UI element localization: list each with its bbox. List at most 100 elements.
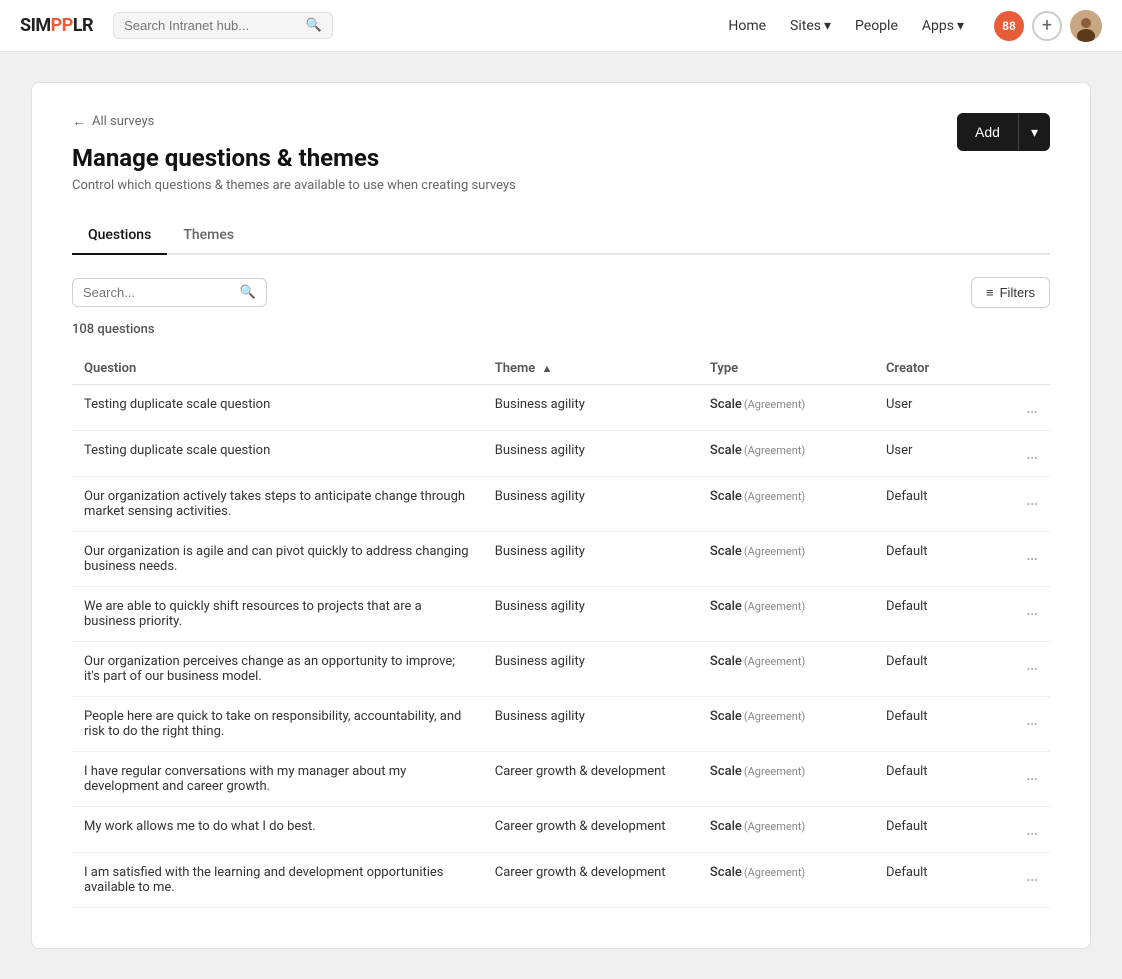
- cell-creator-4: Default: [874, 587, 991, 642]
- cell-type-9: Scale(Agreement): [698, 853, 874, 908]
- col-header-creator: Creator: [874, 353, 991, 385]
- cell-type-8: Scale(Agreement): [698, 807, 874, 853]
- row-actions-7[interactable]: …: [991, 752, 1050, 807]
- row-actions-5[interactable]: …: [991, 642, 1050, 697]
- cell-theme-5: Business agility: [483, 642, 698, 697]
- cell-question-7: I have regular conversations with my man…: [72, 752, 483, 807]
- row-actions-6[interactable]: …: [991, 697, 1050, 752]
- filters-label: Filters: [1000, 285, 1035, 300]
- tab-themes[interactable]: Themes: [167, 217, 250, 255]
- table-row: We are able to quickly shift resources t…: [72, 587, 1050, 642]
- header-actions: Add ▾: [957, 113, 1050, 151]
- add-button[interactable]: Add ▾: [957, 113, 1050, 151]
- cell-question-3: Our organization is agile and can pivot …: [72, 532, 483, 587]
- cell-theme-9: Career growth & development: [483, 853, 698, 908]
- topnav-search-input[interactable]: [124, 18, 300, 33]
- cell-type-7: Scale(Agreement): [698, 752, 874, 807]
- page-subtitle: Control which questions & themes are ava…: [72, 178, 516, 193]
- cell-theme-6: Business agility: [483, 697, 698, 752]
- user-avatar[interactable]: [1070, 10, 1102, 42]
- col-header-theme[interactable]: Theme ▲: [483, 353, 698, 385]
- col-header-question: Question: [72, 353, 483, 385]
- cell-creator-5: Default: [874, 642, 991, 697]
- breadcrumb-label: All surveys: [92, 114, 154, 129]
- cell-type-2: Scale(Agreement): [698, 477, 874, 532]
- add-button-caret-icon: ▾: [1019, 124, 1050, 141]
- topnav-search-icon: 🔍: [306, 18, 322, 33]
- toolbar: 🔍 ≡ Filters: [72, 277, 1050, 308]
- page-header: ← All surveys Manage questions & themes …: [72, 113, 1050, 217]
- table-row: Our organization is agile and can pivot …: [72, 532, 1050, 587]
- table-row: Our organization perceives change as an …: [72, 642, 1050, 697]
- cell-theme-1: Business agility: [483, 431, 698, 477]
- sites-caret-icon: ▾: [824, 18, 831, 34]
- cell-creator-7: Default: [874, 752, 991, 807]
- cell-creator-6: Default: [874, 697, 991, 752]
- cell-type-1: Scale(Agreement): [698, 431, 874, 477]
- cell-theme-0: Business agility: [483, 385, 698, 431]
- nav-home[interactable]: Home: [718, 12, 776, 40]
- cell-creator-2: Default: [874, 477, 991, 532]
- cell-question-6: People here are quick to take on respons…: [72, 697, 483, 752]
- cell-question-9: I am satisfied with the learning and dev…: [72, 853, 483, 908]
- search-icon: 🔍: [240, 285, 256, 300]
- cell-theme-3: Business agility: [483, 532, 698, 587]
- nav-apps[interactable]: Apps ▾: [912, 12, 974, 40]
- breadcrumb-arrow-icon: ←: [72, 113, 86, 130]
- tabs-container: Questions Themes: [72, 217, 1050, 255]
- col-header-type: Type: [698, 353, 874, 385]
- tab-questions[interactable]: Questions: [72, 217, 167, 255]
- question-count: 108 questions: [72, 322, 1050, 337]
- row-actions-2[interactable]: …: [991, 477, 1050, 532]
- breadcrumb[interactable]: ← All surveys: [72, 113, 516, 130]
- create-button[interactable]: +: [1032, 11, 1062, 41]
- row-actions-0[interactable]: …: [991, 385, 1050, 431]
- cell-type-3: Scale(Agreement): [698, 532, 874, 587]
- row-actions-1[interactable]: …: [991, 431, 1050, 477]
- theme-sort-icon: ▲: [542, 362, 553, 375]
- questions-table: Question Theme ▲ Type Creator Testing du…: [72, 353, 1050, 908]
- table-row: People here are quick to take on respons…: [72, 697, 1050, 752]
- add-button-label: Add: [957, 124, 1018, 140]
- table-header-row: Question Theme ▲ Type Creator: [72, 353, 1050, 385]
- search-input[interactable]: [83, 285, 232, 300]
- logo[interactable]: SIMPPLR: [20, 15, 93, 36]
- cell-question-5: Our organization perceives change as an …: [72, 642, 483, 697]
- cell-question-2: Our organization actively takes steps to…: [72, 477, 483, 532]
- row-actions-9[interactable]: …: [991, 853, 1050, 908]
- page-container: ← All surveys Manage questions & themes …: [31, 82, 1091, 949]
- cell-question-4: We are able to quickly shift resources t…: [72, 587, 483, 642]
- cell-theme-7: Career growth & development: [483, 752, 698, 807]
- cell-question-8: My work allows me to do what I do best.: [72, 807, 483, 853]
- cell-creator-3: Default: [874, 532, 991, 587]
- cell-type-4: Scale(Agreement): [698, 587, 874, 642]
- table-row: I have regular conversations with my man…: [72, 752, 1050, 807]
- topnav: SIMPPLR 🔍 Home Sites ▾ People Apps ▾ 88 …: [0, 0, 1122, 52]
- filters-button[interactable]: ≡ Filters: [971, 277, 1050, 308]
- cell-theme-8: Career growth & development: [483, 807, 698, 853]
- notifications-badge[interactable]: 88: [994, 11, 1024, 41]
- cell-theme-2: Business agility: [483, 477, 698, 532]
- page-title: Manage questions & themes: [72, 144, 516, 172]
- topnav-actions: 88 +: [994, 10, 1102, 42]
- row-actions-4[interactable]: …: [991, 587, 1050, 642]
- row-actions-8[interactable]: …: [991, 807, 1050, 853]
- cell-creator-1: User: [874, 431, 991, 477]
- topnav-search-container: 🔍: [113, 12, 333, 39]
- table-row: Testing duplicate scale question Busines…: [72, 385, 1050, 431]
- table-row: Testing duplicate scale question Busines…: [72, 431, 1050, 477]
- col-header-actions: [991, 353, 1050, 385]
- row-actions-3[interactable]: …: [991, 532, 1050, 587]
- table-row: I am satisfied with the learning and dev…: [72, 853, 1050, 908]
- cell-creator-9: Default: [874, 853, 991, 908]
- nav-people[interactable]: People: [845, 12, 908, 40]
- nav-sites[interactable]: Sites ▾: [780, 12, 841, 40]
- cell-type-5: Scale(Agreement): [698, 642, 874, 697]
- cell-creator-8: Default: [874, 807, 991, 853]
- cell-type-6: Scale(Agreement): [698, 697, 874, 752]
- table-row: Our organization actively takes steps to…: [72, 477, 1050, 532]
- cell-question-0: Testing duplicate scale question: [72, 385, 483, 431]
- topnav-links: Home Sites ▾ People Apps ▾: [718, 12, 974, 40]
- cell-type-0: Scale(Agreement): [698, 385, 874, 431]
- cell-theme-4: Business agility: [483, 587, 698, 642]
